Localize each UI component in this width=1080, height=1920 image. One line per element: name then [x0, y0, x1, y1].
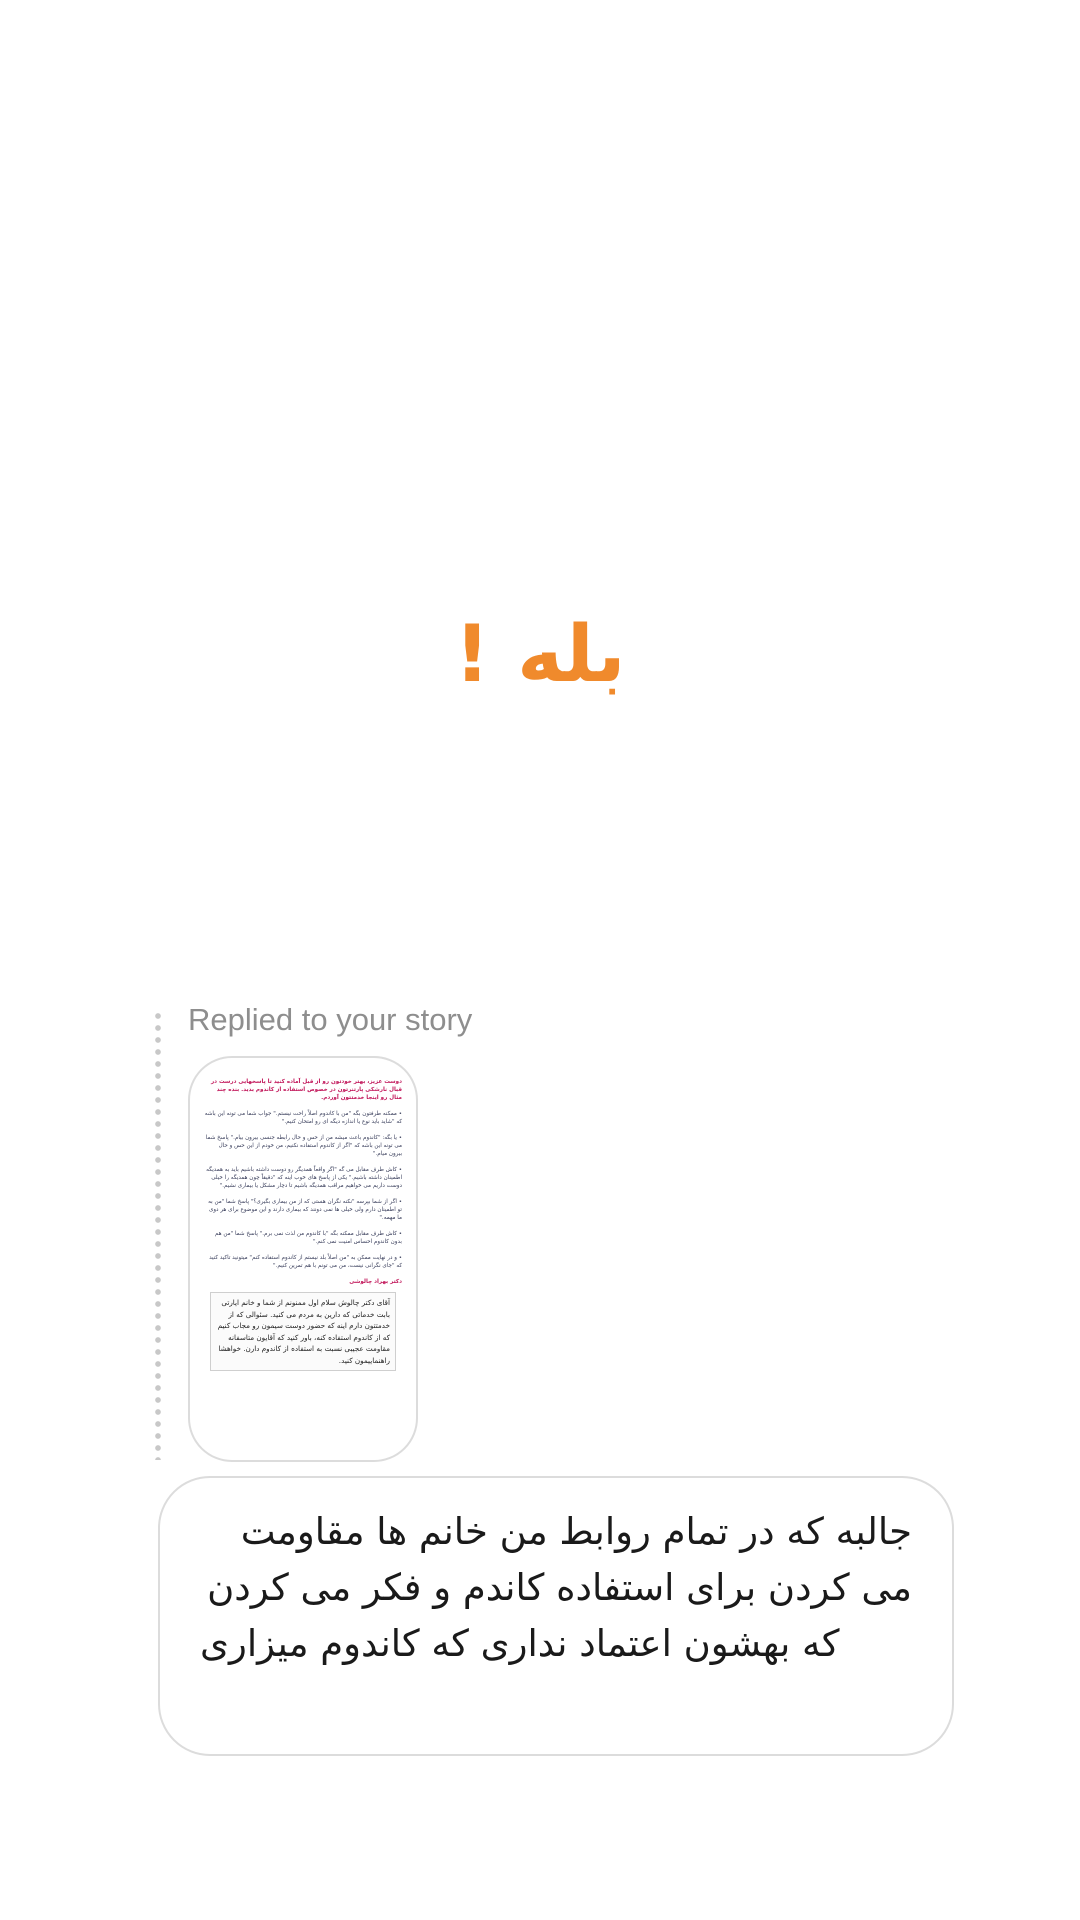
story-content: دوست عزیز، بهتر خودتون رو از قبل آماده ک…: [204, 1078, 402, 1440]
story-headline: بله !: [454, 610, 626, 700]
story-paragraph: • ممکنه طرفتون بگه "من با کاندوم اصلاً ر…: [204, 1111, 402, 1125]
story-paragraph: • کاش طرف مقابل می گه "اگر واقعاً همدیگر…: [206, 1167, 402, 1189]
story-paragraph: • کاش طرف مقابل ممکنه بگه "با کاندوم من …: [214, 1231, 402, 1245]
story-thumbnail[interactable]: دوست عزیز، بهتر خودتون رو از قبل آماده ک…: [188, 1056, 418, 1462]
story-question-note: آقای دکتر چالوش سلام اول ممنونم از شما و…: [210, 1292, 396, 1371]
message-bubble[interactable]: جالبه که در تمام روابط من خانم ها مقاومت…: [158, 1476, 954, 1756]
message-text: جالبه که در تمام روابط من خانم ها مقاومت…: [200, 1510, 912, 1665]
story-paragraph: • و در نهایت ممکن به "من اصلاً بلد نیستم…: [209, 1255, 402, 1269]
story-paragraph: • اگر از شما بپرسه "نکنه نگران هستی که ا…: [208, 1199, 402, 1221]
replied-to-story-label: Replied to your story: [188, 1002, 473, 1037]
story-heading: دوست عزیز، بهتر خودتون رو از قبل آماده ک…: [210, 1079, 402, 1101]
reply-thread-line: [155, 1010, 161, 1460]
story-signature: دکتر بهراد چالوشی: [349, 1279, 402, 1285]
story-paragraph: • یا بگه: "کاندوم باعث میشه من از حس و ح…: [205, 1135, 402, 1157]
